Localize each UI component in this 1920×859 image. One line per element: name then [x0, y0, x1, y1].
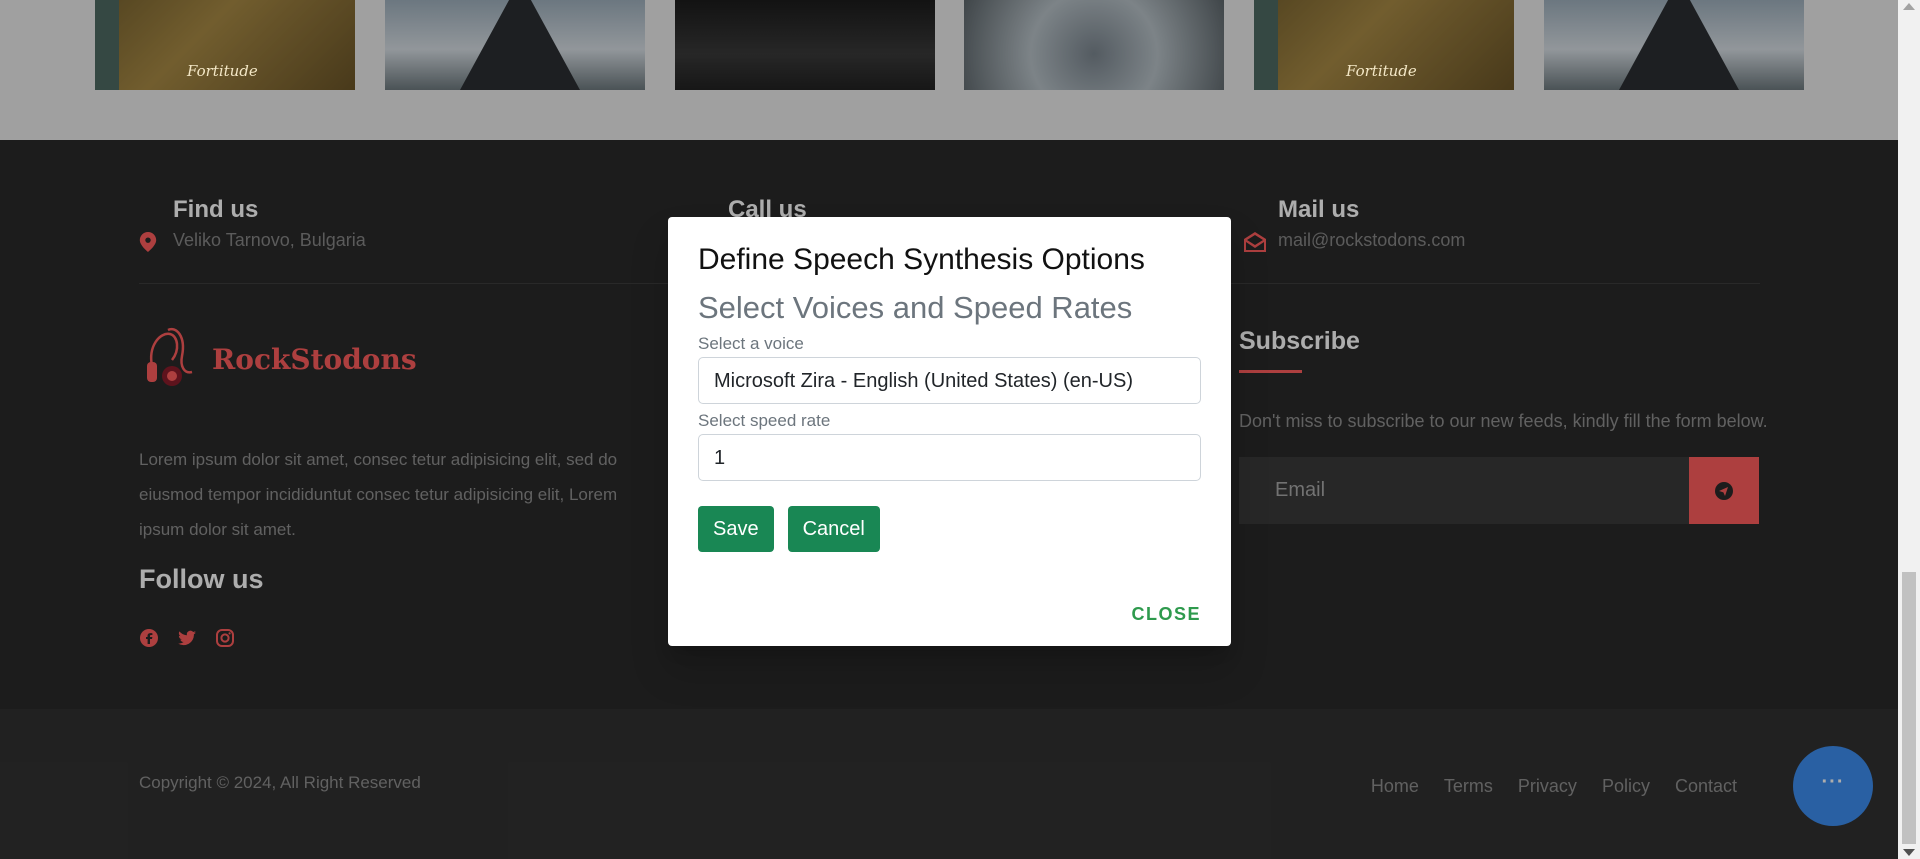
- speech-options-dialog: Define Speech Synthesis Options Select V…: [668, 217, 1231, 646]
- close-button[interactable]: CLOSE: [1131, 604, 1201, 625]
- dialog-actions: Save Cancel: [698, 506, 1201, 552]
- cancel-button[interactable]: Cancel: [787, 506, 880, 552]
- scroll-up-arrow-icon[interactable]: [1903, 3, 1915, 10]
- speed-label: Select speed rate: [698, 411, 831, 430]
- voice-label: Select a voice: [698, 334, 804, 353]
- dialog-subtitle: Select Voices and Speed Rates: [698, 290, 1133, 325]
- album-caption: Fortitude: [1346, 62, 1417, 80]
- dialog-title: Define Speech Synthesis Options: [698, 243, 1145, 276]
- save-button[interactable]: Save: [698, 506, 774, 552]
- speed-rate-input[interactable]: 1: [698, 434, 1201, 481]
- voice-select[interactable]: Microsoft Zira - English (United States)…: [698, 357, 1201, 404]
- scroll-down-arrow-icon[interactable]: [1903, 849, 1915, 856]
- album-caption: Fortitude: [187, 62, 258, 80]
- scrollbar-thumb[interactable]: [1902, 572, 1916, 844]
- page-scrollbar[interactable]: [1898, 0, 1920, 859]
